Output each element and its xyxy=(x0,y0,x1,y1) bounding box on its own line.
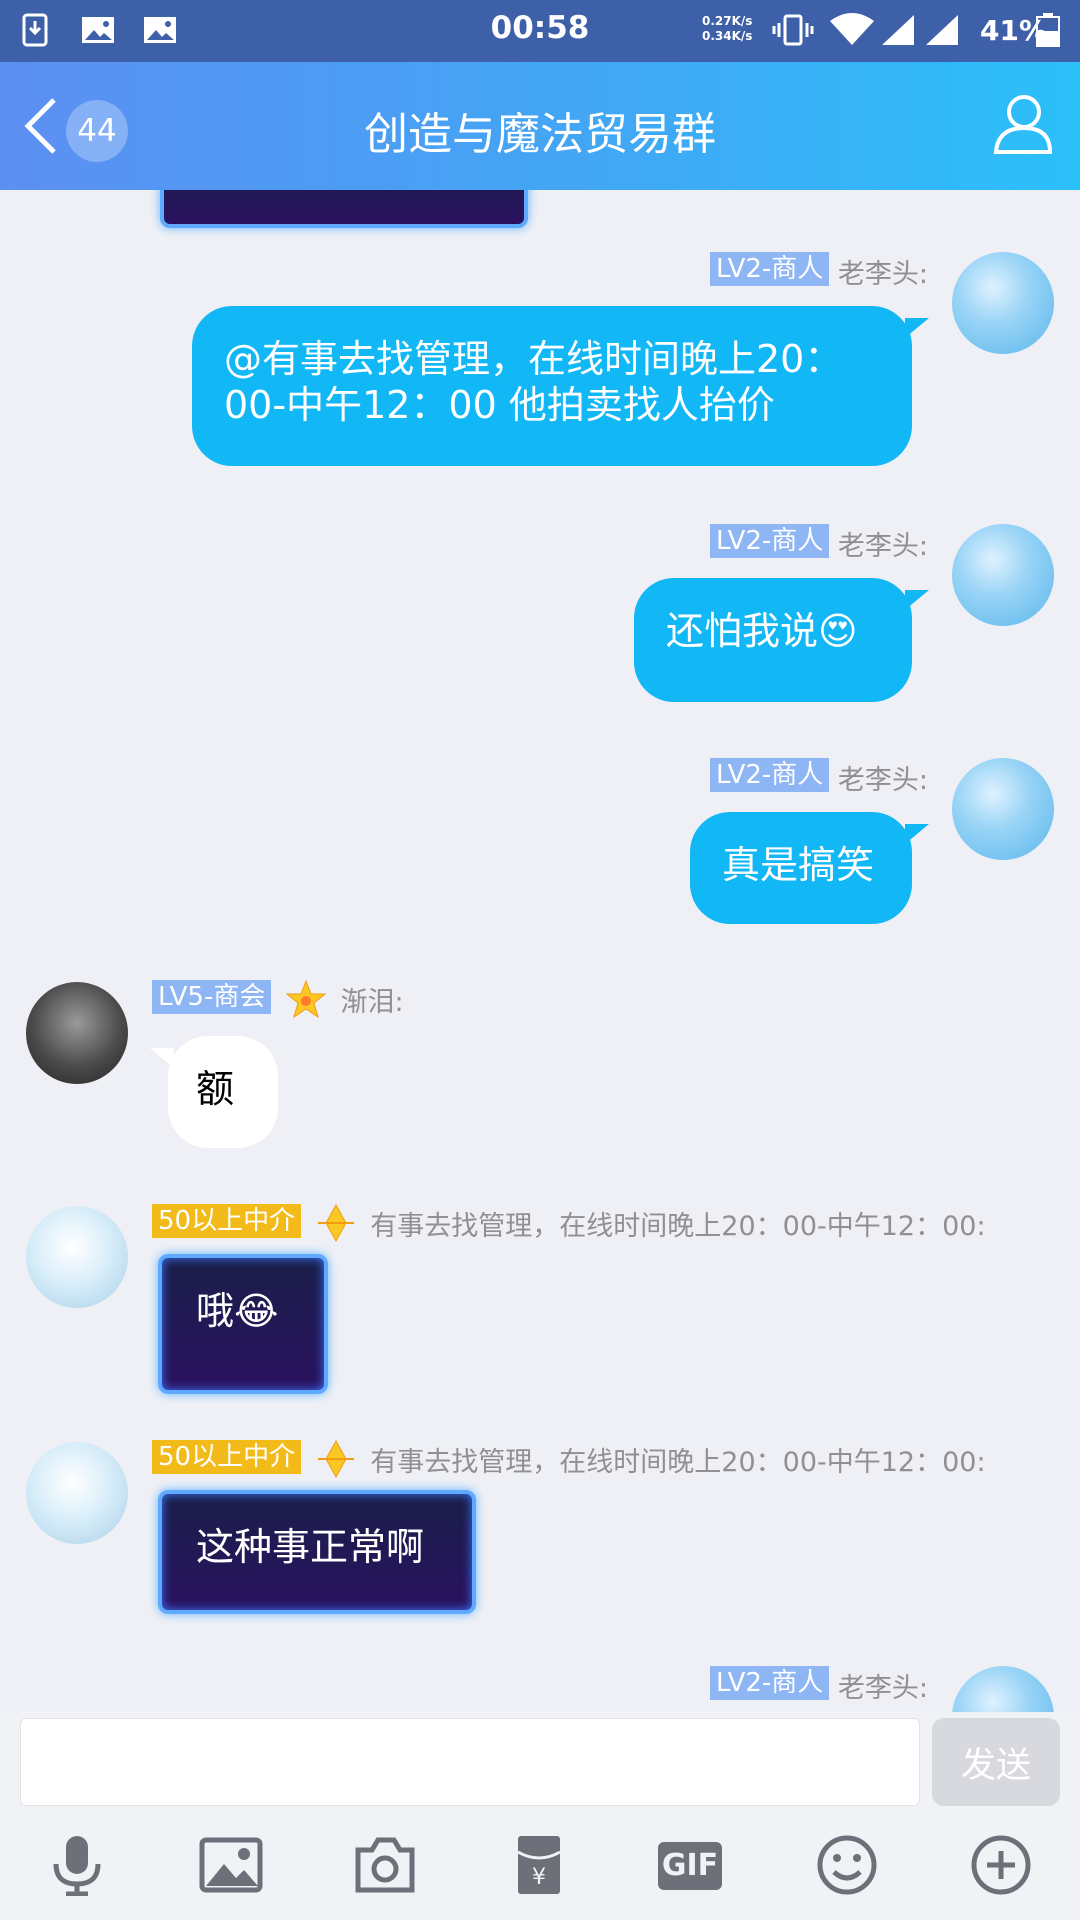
gif-icon[interactable]: GIF xyxy=(658,1842,722,1890)
member-level-tag: 50以上中介 xyxy=(152,1204,302,1238)
message-meta: 50以上中介 有事去找管理，在线时间晚上20：00-中午12：00: xyxy=(152,1440,986,1478)
avatar[interactable] xyxy=(26,982,128,1084)
emoji-icon[interactable] xyxy=(812,1834,882,1896)
member-level-tag: LV5-商会 xyxy=(152,980,272,1014)
svg-text:¥: ¥ xyxy=(532,1865,546,1890)
bubble-tail xyxy=(905,318,929,338)
avatar[interactable] xyxy=(952,252,1054,354)
message-bubble[interactable]: 真是搞笑 xyxy=(690,812,912,924)
star-icon xyxy=(285,980,326,1018)
message-meta: LV2-商人 老李头: xyxy=(709,758,928,796)
message-meta: LV2-商人 老李头: xyxy=(709,1666,928,1704)
message-bubble-partial xyxy=(160,190,528,228)
avatar[interactable] xyxy=(952,758,1054,860)
message-meta: LV5-商会 渐泪: xyxy=(152,980,404,1018)
clock: 00:58 xyxy=(490,10,590,46)
message-bubble[interactable]: 这种事正常啊 xyxy=(158,1490,476,1614)
bubble-tail xyxy=(905,590,929,610)
sender-name: 老李头: xyxy=(837,765,928,796)
message-meta: LV2-商人 老李头: xyxy=(709,252,928,290)
sender-name: 老李头: xyxy=(837,1673,928,1704)
member-level-tag: LV2-商人 xyxy=(709,524,830,558)
chat-header: 44 创造与魔法贸易群 xyxy=(0,62,1080,190)
message-list[interactable]: LV2-商人 老李头: @有事去找管理，在线时间晚上20： 00-中午12：00… xyxy=(0,190,1080,1712)
message-bubble[interactable]: 还怕我说😍 xyxy=(634,578,912,702)
message-bubble[interactable]: 额 xyxy=(168,1036,278,1148)
vibrate-icon xyxy=(772,14,814,46)
input-bar: 发送 ¥ GIF xyxy=(0,1712,1080,1920)
sender-name: 老李头: xyxy=(837,531,928,562)
message-bubble[interactable]: @有事去找管理，在线时间晚上20： 00-中午12：00 他拍卖找人抬价 xyxy=(192,306,912,466)
message-text: 00-中午12：00 他拍卖找人抬价 xyxy=(224,383,775,427)
red-packet-icon[interactable]: ¥ xyxy=(504,1834,574,1896)
net-up: 0.27K/s xyxy=(702,14,753,28)
wifi-icon xyxy=(830,13,874,45)
diamond-badge-icon xyxy=(317,1440,354,1478)
message-meta: 50以上中介 有事去找管理，在线时间晚上20：00-中午12：00: xyxy=(152,1204,986,1242)
plus-icon[interactable] xyxy=(966,1834,1036,1896)
avatar[interactable] xyxy=(26,1442,128,1544)
avatar[interactable] xyxy=(26,1206,128,1308)
sender-name: 有事去找管理，在线时间晚上20：00-中午12：00: xyxy=(370,1447,986,1478)
bubble-tail xyxy=(905,824,929,844)
send-button[interactable]: 发送 xyxy=(932,1718,1060,1806)
member-level-tag: LV2-商人 xyxy=(709,252,830,286)
member-level-tag: 50以上中介 xyxy=(152,1440,302,1474)
group-profile-icon[interactable] xyxy=(988,92,1054,158)
camera-icon[interactable] xyxy=(350,1834,420,1896)
net-down: 0.34K/s xyxy=(702,29,753,43)
status-bar: 00:58 0.27K/s 0.34K/s 41% xyxy=(0,0,1080,62)
member-level-tag: LV2-商人 xyxy=(709,758,830,792)
signal-icon xyxy=(882,15,914,45)
sender-name: 老李头: xyxy=(837,259,928,290)
sender-name: 有事去找管理，在线时间晚上20：00-中午12：00: xyxy=(370,1211,986,1242)
microphone-icon[interactable] xyxy=(42,1834,112,1896)
sender-name: 渐泪: xyxy=(340,987,404,1018)
signal-icon xyxy=(926,15,958,45)
network-speed: 0.27K/s 0.34K/s xyxy=(702,14,752,44)
battery-icon xyxy=(1036,13,1060,47)
diamond-badge-icon xyxy=(317,1204,354,1242)
message-meta: LV2-商人 老李头: xyxy=(709,524,928,562)
image-icon[interactable] xyxy=(196,1834,266,1896)
message-text: @有事去找管理，在线时间晚上20： xyxy=(224,337,843,381)
bubble-tail xyxy=(150,1048,174,1068)
message-bubble[interactable]: 哦😂 xyxy=(158,1254,328,1394)
avatar[interactable] xyxy=(952,1666,1054,1712)
avatar[interactable] xyxy=(952,524,1054,626)
message-input[interactable] xyxy=(20,1718,920,1806)
member-level-tag: LV2-商人 xyxy=(709,1666,830,1700)
page-title: 创造与魔法贸易群 xyxy=(364,109,716,160)
